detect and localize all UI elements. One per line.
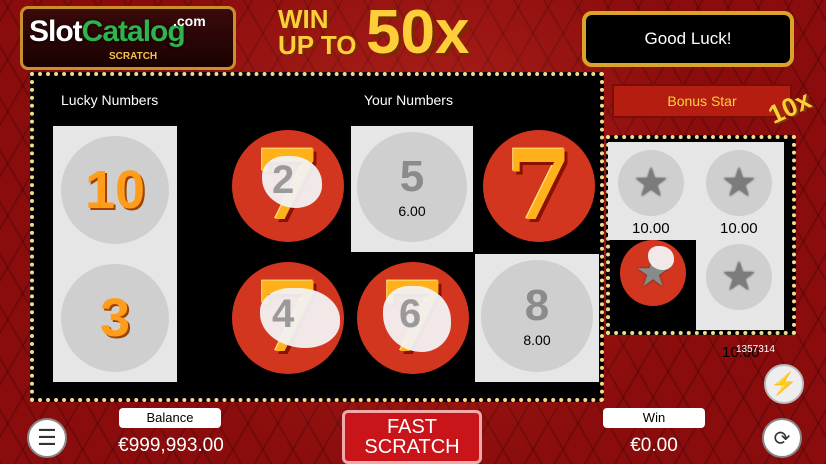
bonus-cell-2[interactable]: ★ 10.00 [696, 142, 784, 240]
star-icon: ★ [721, 161, 757, 205]
bonus-prize: 10.00 [720, 220, 758, 237]
your-number-value: 6 [399, 292, 422, 336]
lucky-number-2: 3 [61, 264, 169, 372]
hamburger-icon: ☰ [37, 425, 57, 450]
win-value: €0.00 [630, 435, 678, 456]
your-numbers-header: Your Numbers [364, 92, 453, 108]
turbo-button[interactable]: ⚡ [764, 364, 804, 404]
star-disc: ★ [618, 150, 684, 216]
your-number-2[interactable]: 5 6.00 [351, 126, 473, 252]
logo-brand: SlotCatalog [29, 15, 186, 48]
your-number-value: 2 [272, 158, 295, 202]
lucky-numbers-column[interactable]: 10 3 [53, 126, 177, 382]
bonus-cell-3[interactable]: ★ [620, 240, 686, 306]
scratch-patch [648, 246, 674, 270]
autoplay-button[interactable]: ⟳ [762, 418, 802, 458]
lucky-numbers-header: Lucky Numbers [61, 92, 159, 108]
bonus-cell-1[interactable]: ★ 10.00 [608, 142, 696, 240]
star-disc: ★ [706, 150, 772, 216]
prize-amount: 6.00 [398, 203, 426, 219]
balance-value: €999,993.00 [118, 435, 224, 456]
logo-subtitle: SCRATCH [109, 51, 158, 62]
your-number-value: 8 [524, 281, 550, 330]
game-logo: SlotCatalog .com SCRATCH [20, 6, 236, 70]
your-number-value: 4 [272, 292, 295, 336]
logo-domain: .com [173, 13, 206, 29]
balance-label: Balance [119, 408, 221, 428]
max-win-banner: WIN UP TO 50x [270, 0, 510, 70]
number-disc: 8 8.00 [481, 260, 593, 372]
menu-button[interactable]: ☰ [27, 418, 67, 458]
star-disc: ★ [706, 244, 772, 310]
your-number-1[interactable]: 7 2 [232, 130, 344, 242]
your-number-6[interactable]: 8 8.00 [475, 254, 599, 382]
max-win-multiplier: 50x [366, 0, 470, 67]
fast-scratch-button[interactable]: FAST SCRATCH [342, 410, 482, 464]
prize-amount: 8.00 [523, 332, 551, 348]
bonus-cell-4[interactable]: ★ [696, 240, 784, 330]
number-disc: 5 6.00 [357, 132, 467, 242]
message-panel: Good Luck! [582, 11, 794, 67]
star-icon: ★ [721, 255, 757, 299]
lucky-number-1: 10 [61, 136, 169, 244]
your-number-value: 5 [399, 152, 425, 201]
ticket-id: 1357314 [736, 344, 775, 355]
win-label: Win [603, 408, 705, 428]
your-number-4[interactable]: 7 4 [232, 262, 344, 374]
fast-scratch-label: FAST SCRATCH [364, 416, 460, 458]
your-number-5[interactable]: 7 6 [357, 262, 469, 374]
star-icon: ★ [633, 161, 669, 205]
max-win-caption: WIN UP TO [278, 4, 357, 60]
repeat-icon: ⟳ [773, 427, 791, 450]
your-number-3[interactable]: 7 [483, 130, 595, 242]
lightning-icon: ⚡ [770, 371, 798, 396]
bonus-prize: 10.00 [632, 220, 670, 237]
